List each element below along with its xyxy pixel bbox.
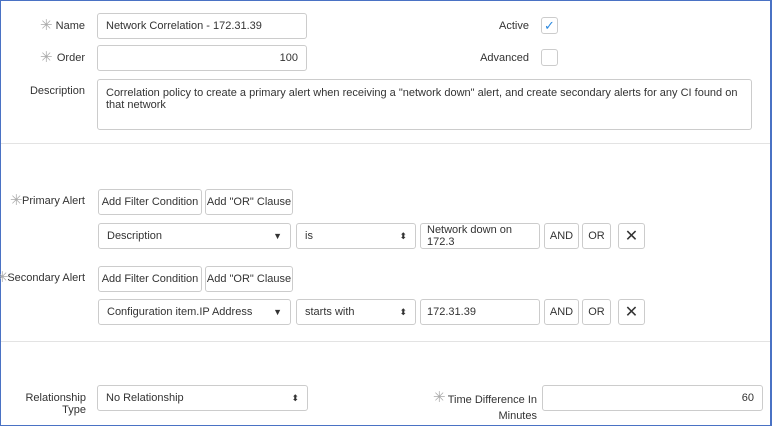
primary-alert-label: Primary Alert <box>22 195 85 207</box>
section-divider <box>1 341 770 342</box>
secondary-add-filter-button[interactable]: Add Filter Condition <box>98 266 202 292</box>
required-icon: ✳ <box>40 17 53 34</box>
close-icon: ✕ <box>624 304 639 321</box>
advanced-label: Advanced <box>480 52 529 64</box>
secondary-value-input[interactable]: 172.31.39 <box>420 299 540 325</box>
primary-add-filter-button[interactable]: Add Filter Condition <box>98 189 202 215</box>
updown-arrow-icon: ⬍ <box>291 392 299 403</box>
relationship-type-label: Relationship Type <box>25 392 86 416</box>
relationship-type-select[interactable]: No Relationship ⬍ <box>97 385 308 411</box>
time-difference-label-line1: Time Difference In <box>447 394 537 406</box>
primary-field-value: Description <box>107 230 163 242</box>
active-checkbox[interactable]: ✓ <box>541 17 558 34</box>
description-label: Description <box>29 85 85 97</box>
primary-add-or-button[interactable]: Add "OR" Clause <box>205 189 293 215</box>
primary-and-button[interactable]: AND <box>544 223 579 249</box>
secondary-alert-label: Secondary Alert <box>7 272 85 284</box>
description-textarea[interactable]: Correlation policy to create a primary a… <box>97 79 752 130</box>
name-label: Name <box>55 20 85 32</box>
secondary-remove-button[interactable]: ✕ <box>618 299 645 325</box>
secondary-field-value: Configuration item.IP Address <box>107 306 253 318</box>
dropdown-arrow-icon: ▼ <box>273 231 282 241</box>
order-label: Order <box>56 52 85 64</box>
time-difference-input[interactable]: 60 <box>542 385 763 411</box>
close-icon: ✕ <box>624 228 639 245</box>
name-input[interactable]: Network Correlation - 172.31.39 <box>97 13 307 39</box>
primary-operator-select[interactable]: is ⬍ <box>296 223 416 249</box>
required-icon: ✳ <box>40 49 53 66</box>
primary-operator-value: is <box>305 230 313 242</box>
primary-remove-button[interactable]: ✕ <box>618 223 645 249</box>
primary-value-input[interactable]: Network down on 172.3 <box>420 223 540 249</box>
check-icon: ✓ <box>544 17 555 33</box>
section-divider <box>1 143 770 144</box>
secondary-add-or-button[interactable]: Add "OR" Clause <box>205 266 293 292</box>
secondary-operator-value: starts with <box>305 306 355 318</box>
time-difference-label: Time Difference In Minutes <box>440 392 537 424</box>
active-label: Active <box>499 20 529 32</box>
secondary-field-select[interactable]: Configuration item.IP Address ▼ <box>98 299 291 325</box>
updown-arrow-icon: ⬍ <box>399 306 407 317</box>
secondary-operator-select[interactable]: starts with ⬍ <box>296 299 416 325</box>
order-input[interactable]: 100 <box>97 45 307 71</box>
relationship-type-value: No Relationship <box>106 392 184 404</box>
secondary-and-button[interactable]: AND <box>544 299 579 325</box>
primary-field-select[interactable]: Description ▼ <box>98 223 291 249</box>
time-difference-label-line2: Minutes <box>498 410 537 422</box>
advanced-checkbox[interactable] <box>541 49 558 66</box>
secondary-or-button[interactable]: OR <box>582 299 611 325</box>
dropdown-arrow-icon: ▼ <box>273 307 282 317</box>
primary-or-button[interactable]: OR <box>582 223 611 249</box>
updown-arrow-icon: ⬍ <box>399 230 407 241</box>
